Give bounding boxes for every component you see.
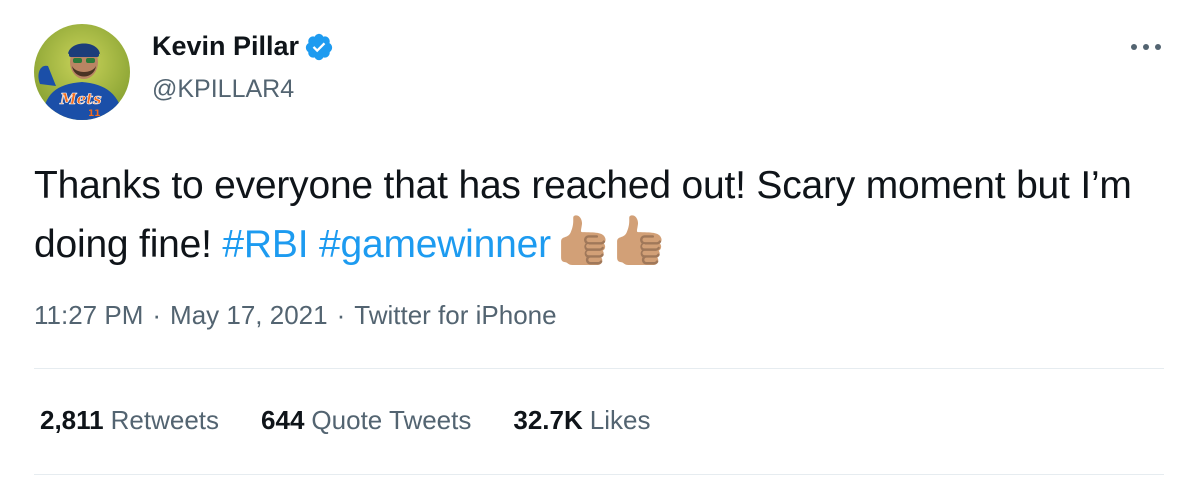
- hashtag-rbi[interactable]: #RBI: [222, 223, 308, 266]
- author-name-row: Kevin Pillar: [152, 31, 334, 62]
- more-options-icon: [1131, 44, 1161, 50]
- avatar[interactable]: Mets 11: [34, 24, 130, 120]
- tweet-card: Mets 11 Kevin Pillar @KPILLAR4 Thanks to…: [0, 0, 1204, 480]
- verified-badge-icon: [305, 33, 333, 60]
- more-options-button[interactable]: [1120, 32, 1172, 62]
- tweet-meta: 11:27 PM · May 17, 2021 · Twitter for iP…: [34, 300, 557, 331]
- likes-label: Likes: [589, 405, 651, 435]
- retweets-stat[interactable]: 2,811 Retweets: [40, 405, 219, 436]
- tweet-time[interactable]: 11:27 PM: [34, 300, 143, 331]
- quote-tweets-count: 644: [261, 405, 305, 435]
- quote-tweets-label: Quote Tweets: [311, 405, 472, 435]
- tweet-text: Thanks to everyone that has reached out!…: [34, 157, 1174, 282]
- tweet-date[interactable]: May 17, 2021: [170, 300, 328, 331]
- divider: [34, 368, 1164, 369]
- retweets-count: 2,811: [40, 405, 104, 435]
- quote-tweets-stat[interactable]: 644 Quote Tweets: [261, 405, 471, 436]
- divider: [34, 474, 1164, 475]
- likes-count: 32.7K: [513, 405, 583, 435]
- avatar-jersey-number: 11: [88, 109, 101, 119]
- meta-separator: ·: [336, 300, 346, 330]
- avatar-jersey-text: Mets: [59, 90, 102, 108]
- likes-stat[interactable]: 32.7K Likes: [513, 405, 650, 436]
- handle[interactable]: @KPILLAR4: [152, 75, 294, 104]
- tweet-source[interactable]: Twitter for iPhone: [354, 300, 556, 331]
- hashtag-gamewinner[interactable]: #gamewinner: [319, 223, 551, 266]
- meta-separator: ·: [152, 300, 162, 330]
- thumbs-up-emoji-icon: [616, 215, 662, 265]
- display-name[interactable]: Kevin Pillar: [152, 31, 299, 62]
- thumbs-up-emoji-icon: [560, 215, 606, 265]
- tweet-stats: 2,811 Retweets 644 Quote Tweets 32.7K Likes: [40, 405, 692, 436]
- emoji-group: [557, 215, 669, 282]
- retweets-label: Retweets: [110, 405, 220, 435]
